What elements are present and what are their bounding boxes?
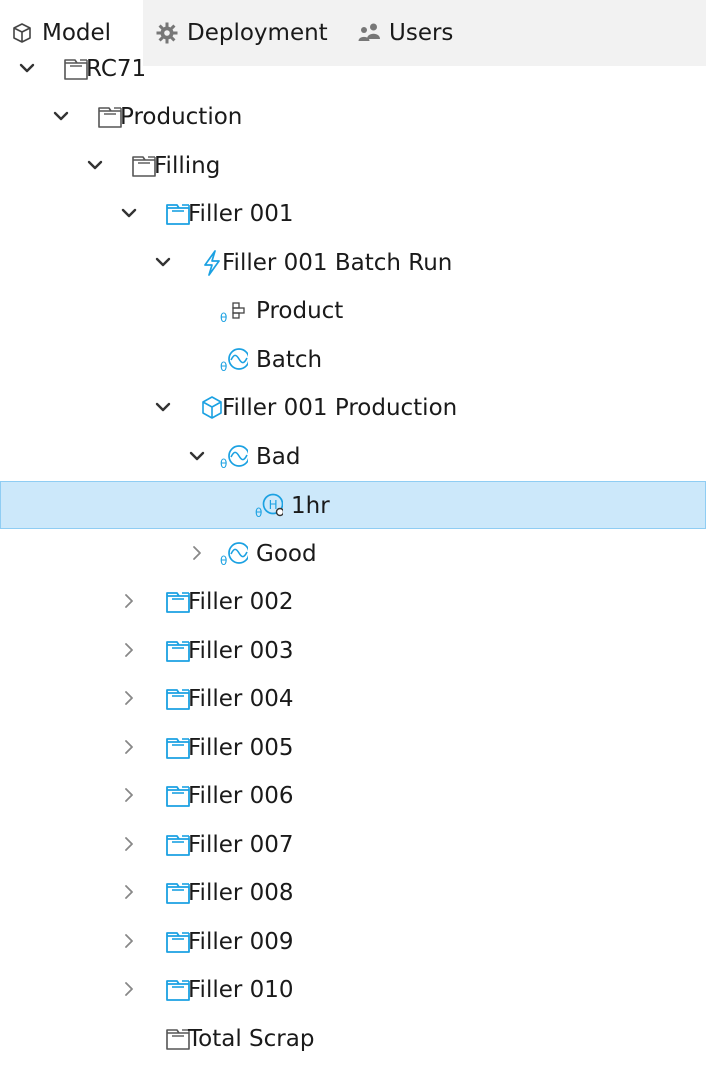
tree-row[interactable]: Filling <box>0 142 706 190</box>
tree-row[interactable]: Filler 002 <box>0 578 706 626</box>
tree-node-label: RC71 <box>86 56 147 82</box>
chevron-right-icon[interactable] <box>118 736 140 758</box>
chevron-down-icon[interactable] <box>152 396 174 418</box>
svg-text:θ: θ <box>220 457 227 471</box>
tree-node-label: Good <box>256 541 317 567</box>
svg-text:θ: θ <box>255 506 262 520</box>
chevron-down-icon[interactable] <box>118 202 140 224</box>
tree-node-label: Filler 009 <box>188 929 294 955</box>
chevron-down-icon[interactable] <box>186 445 208 467</box>
tree-row[interactable]: Filler 003 <box>0 627 706 675</box>
tree-row[interactable]: θ Good <box>0 530 706 578</box>
chevron-right-icon[interactable] <box>186 542 208 564</box>
tree-row[interactable]: Filler 008 <box>0 869 706 917</box>
tree-row[interactable]: RC71 <box>0 45 706 93</box>
tab-model-label: Model <box>42 20 112 46</box>
tree-node-label: Filler 008 <box>188 880 294 906</box>
attribute-signal-icon: θ <box>220 445 248 471</box>
chevron-right-icon[interactable] <box>118 639 140 661</box>
svg-text:θ: θ <box>220 311 227 325</box>
chevron-right-icon[interactable] <box>118 978 140 1000</box>
chevron-down-icon[interactable] <box>16 57 38 79</box>
tree-row[interactable]: Filler 010 <box>0 966 706 1014</box>
chevron-right-icon[interactable] <box>118 833 140 855</box>
tree-row[interactable]: Total Scrap <box>0 1015 706 1063</box>
tree-row[interactable]: Filler 001 <box>0 190 706 238</box>
tree-row[interactable]: Filler 006 <box>0 772 706 820</box>
tree-row[interactable]: Filler 001 Batch Run <box>0 239 706 287</box>
tree-node-label: Filler 006 <box>188 783 294 809</box>
chevron-down-icon[interactable] <box>84 154 106 176</box>
users-icon <box>358 23 380 41</box>
tree-node-label: Bad <box>256 444 301 470</box>
tree-node-label: Filler 001 <box>188 201 294 227</box>
chevron-right-icon[interactable] <box>118 930 140 952</box>
tree-node-label: Filler 005 <box>188 735 294 761</box>
tree-node-label: Filler 001 Production <box>222 395 458 421</box>
tree-row[interactable]: θ Bad <box>0 433 706 481</box>
tree-row[interactable]: Filler 001 Production <box>0 384 706 432</box>
tree-row[interactable]: θ Product <box>0 287 706 335</box>
attribute-signal-icon: θ <box>220 348 248 374</box>
tree-node-label: Filling <box>154 153 221 179</box>
tree-node-label: Total Scrap <box>188 1026 315 1052</box>
chevron-right-icon[interactable] <box>118 590 140 612</box>
attribute-history-icon: θH <box>255 493 283 520</box>
tab-deployment-label: Deployment <box>187 20 328 46</box>
chevron-down-icon[interactable] <box>50 105 72 127</box>
tree-row[interactable]: θ Batch <box>0 336 706 384</box>
tree-node-label: Filler 003 <box>188 638 294 664</box>
svg-text:H: H <box>269 498 278 512</box>
chevron-right-icon[interactable] <box>118 881 140 903</box>
gear-icon <box>156 22 178 44</box>
tab-users-label: Users <box>389 20 454 46</box>
tree-row[interactable]: Filler 005 <box>0 724 706 772</box>
tree-node-label: Filler 001 Batch Run <box>222 250 453 276</box>
tree-row[interactable]: θ H 1hr <box>0 481 706 529</box>
tree-node-label: Filler 002 <box>188 589 294 615</box>
attribute-signal-icon: θ <box>220 542 248 568</box>
tree-node-label: Product <box>256 298 344 324</box>
tree-node-label: 1hr <box>291 493 330 519</box>
tree-node-label: Production <box>120 104 243 130</box>
tree-node-label: Filler 004 <box>188 686 294 712</box>
tree-node-label: Filler 010 <box>188 977 294 1003</box>
chevron-down-icon[interactable] <box>152 251 174 273</box>
chevron-right-icon[interactable] <box>118 687 140 709</box>
tree-row[interactable]: Filler 004 <box>0 675 706 723</box>
tree-row[interactable]: Filler 007 <box>0 821 706 869</box>
chevron-right-icon[interactable] <box>118 784 140 806</box>
tree-row[interactable]: Production <box>0 93 706 141</box>
svg-text:θ: θ <box>220 554 227 568</box>
svg-text:θ: θ <box>220 360 227 374</box>
cube-icon <box>13 23 31 43</box>
tree-node-label: Filler 007 <box>188 832 294 858</box>
attribute-list-icon: θ <box>220 302 245 325</box>
tree-row[interactable]: Filler 009 <box>0 918 706 966</box>
tree-node-label: Batch <box>256 347 323 373</box>
